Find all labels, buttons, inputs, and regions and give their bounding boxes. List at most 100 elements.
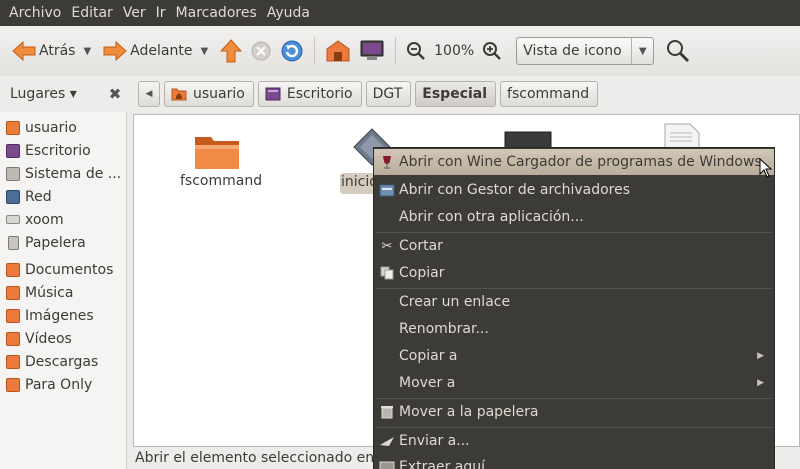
breadcrumb-usuario[interactable]: usuario xyxy=(164,81,254,107)
sidebar-item-label: Escritorio xyxy=(25,142,91,159)
music-folder-icon xyxy=(6,285,20,300)
search-icon xyxy=(667,40,690,63)
up-button[interactable] xyxy=(216,34,246,68)
sidebar-item-escritorio[interactable]: Escritorio xyxy=(0,139,126,162)
chevron-down-icon: ▼ xyxy=(631,38,653,64)
menu-move-to[interactable]: Mover a ▶ xyxy=(374,370,774,396)
sidebar-item-label: usuario xyxy=(25,119,77,136)
menu-item-label: Copiar xyxy=(399,265,445,281)
menu-ayuda[interactable]: Ayuda xyxy=(262,0,315,26)
menu-copy[interactable]: Copiar xyxy=(374,260,774,286)
pictures-folder-icon xyxy=(6,308,20,323)
sidebar-item-label: Documentos xyxy=(25,261,114,278)
menu-extract-here[interactable]: Extraer aquí xyxy=(374,454,774,469)
places-dropdown[interactable]: Lugares ▾ xyxy=(0,86,100,102)
forward-button[interactable]: Adelante xyxy=(99,34,196,68)
sidebar-item-label: Vídeos xyxy=(25,330,72,347)
computer-icon xyxy=(360,40,384,60)
close-sidebar-icon[interactable]: ✖ xyxy=(100,85,130,103)
back-history-dropdown[interactable]: ▼ xyxy=(83,46,91,57)
file-item-document[interactable] xyxy=(664,123,700,150)
zoom-in-icon xyxy=(483,42,502,60)
breadcrumb-especial[interactable]: Especial xyxy=(415,81,497,107)
menu-item-label: Copiar a xyxy=(399,348,458,364)
forward-history-dropdown[interactable]: ▼ xyxy=(200,46,208,57)
breadcrumb-back-button[interactable]: ◀ xyxy=(138,81,160,107)
menu-copy-to[interactable]: Copiar a ▶ xyxy=(374,343,774,369)
menu-create-link[interactable]: Crear un enlace xyxy=(374,289,774,315)
sidebar-item-usuario[interactable]: usuario xyxy=(0,116,126,139)
menu-item-label: Abrir con Gestor de archivadores xyxy=(399,182,631,198)
sidebar-item-sistema[interactable]: Sistema de ... xyxy=(0,162,126,185)
back-button[interactable]: Atrás xyxy=(8,34,79,68)
up-arrow-icon xyxy=(220,39,243,63)
home-folder-icon xyxy=(6,120,20,135)
breadcrumb-dgt[interactable]: DGT xyxy=(365,81,412,107)
sidebar-item-para-only[interactable]: Para Only xyxy=(0,373,126,396)
documents-folder-icon xyxy=(6,262,20,277)
filesystem-icon xyxy=(6,166,20,181)
home-icon xyxy=(326,40,350,62)
stop-button[interactable] xyxy=(246,34,276,68)
breadcrumb-escritorio[interactable]: Escritorio xyxy=(257,81,362,107)
menu-cut[interactable]: ✂ Cortar xyxy=(374,233,774,259)
archive-manager-icon xyxy=(379,182,395,198)
breadcrumb-label: Escritorio xyxy=(286,86,353,102)
sidebar-item-videos[interactable]: Vídeos xyxy=(0,327,126,350)
menu-archivo[interactable]: Archivo xyxy=(4,0,66,26)
sidebar-item-papelera[interactable]: Papelera xyxy=(0,231,126,254)
menu-item-label: Crear un enlace xyxy=(399,294,511,310)
back-arrow-icon xyxy=(12,41,36,61)
reload-button[interactable] xyxy=(276,34,308,68)
zoom-out-button[interactable] xyxy=(402,34,430,68)
menu-editar[interactable]: Editar xyxy=(66,0,117,26)
downloads-folder-icon xyxy=(6,354,20,369)
menu-item-label: Extraer aquí xyxy=(399,459,486,469)
file-label: fscommand xyxy=(180,173,263,189)
menu-open-with-other[interactable]: Abrir con otra aplicación... xyxy=(374,204,774,230)
menu-item-label: Abrir con Wine Cargador de programas de … xyxy=(399,154,762,170)
back-label: Atrás xyxy=(39,43,76,59)
trash-icon xyxy=(379,404,395,420)
menu-send-to[interactable]: Enviar a... xyxy=(374,428,774,454)
zoom-in-button[interactable] xyxy=(478,34,506,68)
desktop-icon xyxy=(6,143,20,158)
sidebar-item-imagenes[interactable]: Imágenes xyxy=(0,304,126,327)
copy-icon xyxy=(379,265,395,281)
home-button[interactable] xyxy=(321,34,355,68)
sidebar-item-label: Descargas xyxy=(25,353,99,370)
menu-ir[interactable]: Ir xyxy=(151,0,171,26)
folder-icon xyxy=(195,137,239,169)
forward-arrow-icon xyxy=(103,41,127,61)
stop-icon xyxy=(251,41,271,61)
menu-bar: Archivo Editar Ver Ir Marcadores Ayuda xyxy=(0,0,800,26)
computer-button[interactable] xyxy=(355,34,389,68)
context-menu: Abrir con Wine Cargador de programas de … xyxy=(373,147,775,469)
sidebar-item-xoom[interactable]: xoom xyxy=(0,208,126,231)
menu-open-with-wine[interactable]: Abrir con Wine Cargador de programas de … xyxy=(374,149,774,175)
forward-label: Adelante xyxy=(130,43,193,59)
menu-move-to-trash[interactable]: Mover a la papelera xyxy=(374,399,774,425)
menu-marcadores[interactable]: Marcadores xyxy=(171,0,262,26)
sidebar-item-musica[interactable]: Música xyxy=(0,281,126,304)
menu-item-label: Cortar xyxy=(399,238,443,254)
sidebar-item-label: Para Only xyxy=(25,376,93,393)
home-folder-icon xyxy=(171,88,187,101)
menu-ver[interactable]: Ver xyxy=(118,0,151,26)
search-button[interactable] xyxy=(662,34,694,68)
menu-open-with-archive-manager[interactable]: Abrir con Gestor de archivadores xyxy=(374,177,774,203)
sidebar-item-red[interactable]: Red xyxy=(0,185,126,208)
menu-rename[interactable]: Renombrar... xyxy=(374,316,774,342)
breadcrumb-label: DGT xyxy=(372,86,403,102)
wine-icon xyxy=(379,154,395,170)
network-icon xyxy=(6,189,20,204)
view-mode-select[interactable]: Vista de icono ▼ xyxy=(516,37,655,65)
sidebar-item-descargas[interactable]: Descargas xyxy=(0,350,126,373)
zoom-out-icon xyxy=(407,42,425,60)
sidebar-item-documentos[interactable]: Documentos xyxy=(0,258,126,281)
reload-icon xyxy=(281,40,303,62)
scissors-icon: ✂ xyxy=(381,238,393,254)
send-icon xyxy=(379,433,395,449)
breadcrumb-fscommand[interactable]: fscommand xyxy=(500,81,599,107)
drive-icon xyxy=(6,215,20,224)
